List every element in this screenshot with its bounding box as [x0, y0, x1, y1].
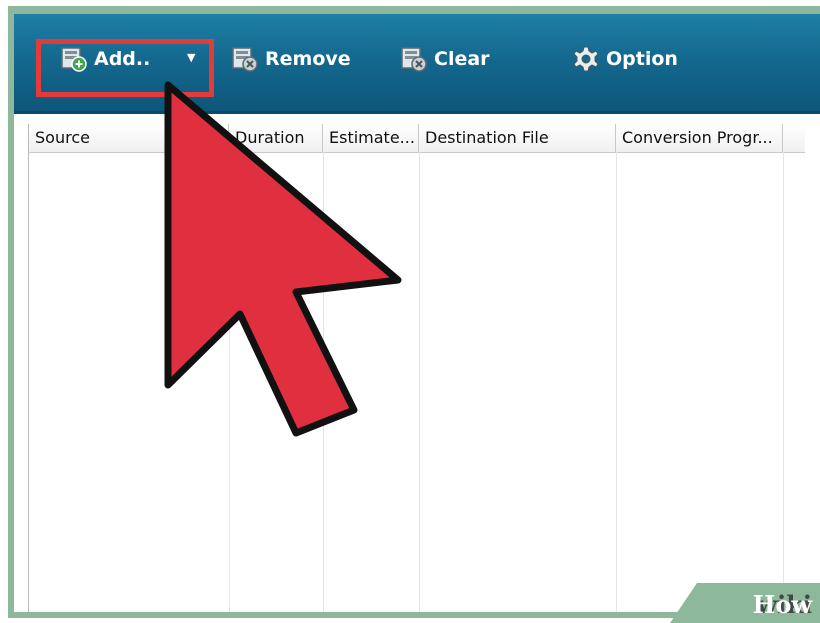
pointer-arrow-icon [164, 81, 402, 437]
